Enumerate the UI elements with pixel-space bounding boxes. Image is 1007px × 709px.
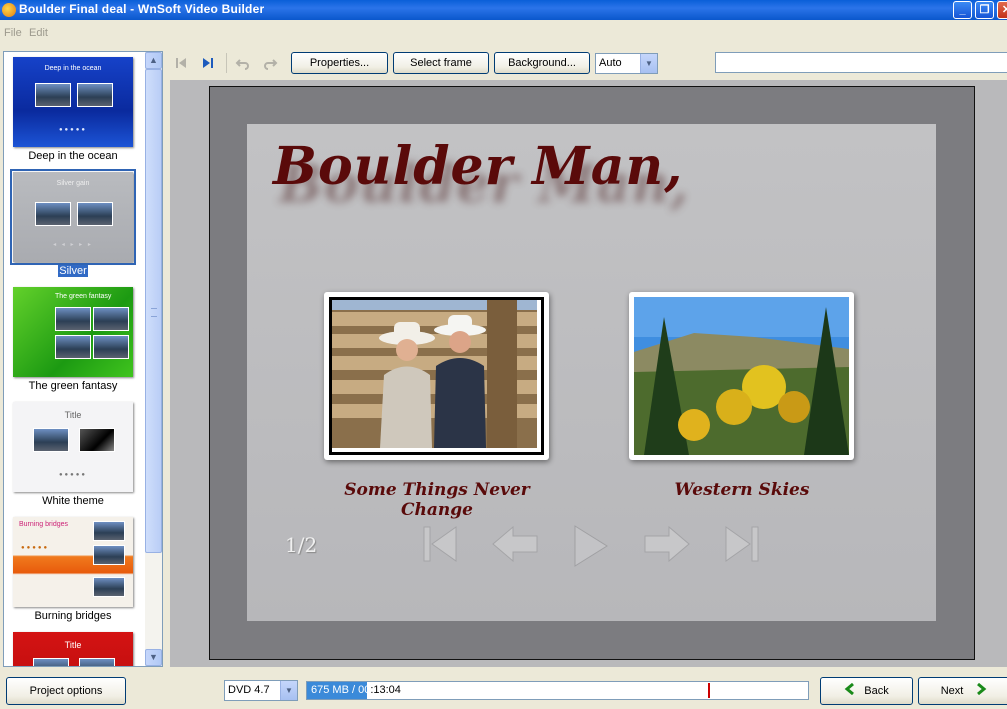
theme-thumbnail: Title ●●●●●	[13, 402, 133, 492]
next-button-label: Next	[940, 685, 964, 697]
status-bar: Project options DVD 4.7 ▼ 675 MB / 00:13…	[0, 669, 1007, 709]
theme-label: Silver	[58, 265, 88, 277]
thumbnail-photo	[77, 202, 113, 226]
theme-label: White theme	[42, 495, 104, 507]
disc-type-value: DVD 4.7	[228, 684, 270, 696]
app-icon	[2, 3, 16, 17]
scroll-down-icon[interactable]: ▼	[145, 649, 162, 666]
scroll-thumb[interactable]	[145, 69, 162, 553]
thumbnail-nav-dots: ●●●●●	[58, 127, 88, 133]
redo-icon[interactable]	[262, 55, 278, 71]
theme-item-green-fantasy[interactable]: The green fantasy The green fantasy	[11, 287, 135, 392]
thumbnail-photo	[55, 307, 91, 331]
thumbnail-photo	[93, 577, 125, 597]
menu-file[interactable]: File	[4, 27, 22, 39]
chevron-down-icon[interactable]: ▼	[280, 681, 297, 700]
thumbnail-title: Title	[64, 410, 82, 420]
thumbnail-title: Title	[64, 640, 82, 650]
thumbnail-title: The green fantasy	[55, 293, 112, 300]
thumbnail-photo	[55, 335, 91, 359]
photo-frame-2[interactable]	[629, 292, 854, 460]
first-page-icon[interactable]	[422, 524, 460, 567]
menu-text-field[interactable]	[715, 52, 1007, 73]
window-title: Boulder Final deal - WnSoft Video Builde…	[19, 2, 265, 16]
thumbnail-photo	[77, 83, 113, 107]
maximize-button[interactable]: ❐	[975, 1, 994, 19]
select-frame-button[interactable]: Select frame	[393, 52, 489, 74]
disc-capacity-marker	[707, 683, 710, 698]
theme-label: Burning bridges	[34, 610, 112, 622]
theme-item-deep-ocean[interactable]: Deep in the ocean ●●●●● Deep in the ocea…	[11, 57, 135, 162]
photo-caption-2[interactable]: Western Skies	[632, 480, 852, 500]
next-button[interactable]: Next	[918, 677, 1007, 705]
theme-thumbnail: Burning bridges ●●●●●	[13, 517, 133, 607]
back-button[interactable]: Back	[820, 677, 913, 705]
thumbnail-title: Deep in the ocean	[44, 65, 102, 72]
next-arrow-icon	[977, 682, 987, 696]
disc-usage-duration: :13:04	[370, 684, 401, 696]
menu-bar: File Edit	[0, 20, 1007, 44]
menu-title[interactable]: Boulder Man,	[273, 136, 683, 197]
undo-icon[interactable]	[235, 55, 251, 71]
page-indicator: 1/2	[285, 533, 318, 557]
toolbar-separator	[226, 53, 227, 73]
disc-usage-text: 675 MB / 00:13:04	[311, 684, 401, 696]
previous-page-icon[interactable]	[491, 524, 539, 567]
last-page-icon[interactable]	[722, 524, 760, 567]
next-page-icon[interactable]	[643, 524, 691, 567]
thumbnail-photo	[35, 83, 71, 107]
preview-area: Boulder Man, Some Things Never Change We…	[170, 80, 1007, 667]
theme-thumbnail: Silver gain ◂ ◂ ▸ ▸ ▸	[10, 169, 136, 265]
project-options-button[interactable]: Project options	[6, 677, 126, 705]
toolbar: Properties... Select frame Background...…	[166, 48, 1007, 78]
thumbnail-photo	[35, 202, 71, 226]
thumbnail-nav-dots: ●●●●●	[21, 545, 50, 551]
theme-list[interactable]: Deep in the ocean ●●●●● Deep in the ocea…	[3, 51, 163, 667]
photo-caption-1[interactable]: Some Things Never Change	[307, 480, 567, 520]
back-button-label: Back	[864, 685, 889, 697]
theme-label: Deep in the ocean	[28, 150, 118, 162]
minimize-button[interactable]: _	[953, 1, 972, 19]
mode-select-value: Auto	[599, 57, 622, 69]
thumbnail-photo	[79, 658, 115, 666]
theme-thumbnail: The green fantasy	[13, 287, 133, 377]
chevron-down-icon[interactable]: ▼	[640, 54, 657, 73]
theme-list-scrollbar[interactable]: ▲ ▼	[145, 52, 162, 666]
thumbnail-nav-dots: ◂ ◂ ▸ ▸ ▸	[53, 242, 93, 248]
close-button[interactable]: ✕	[997, 1, 1007, 19]
thumbnail-photo	[93, 335, 129, 359]
theme-item-burning-bridges[interactable]: Burning bridges ●●●●● Burning bridges	[11, 517, 135, 622]
photo-landscape-image	[634, 297, 849, 455]
photo-couple-image	[329, 297, 544, 455]
thumbnail-title: Silver gain	[56, 180, 90, 187]
menu-screen: Boulder Man, Some Things Never Change We…	[247, 124, 936, 621]
thumbnail-photo	[93, 521, 125, 541]
properties-button[interactable]: Properties...	[291, 52, 388, 74]
theme-thumbnail: Title	[13, 632, 133, 666]
photo-frame-1[interactable]	[324, 292, 549, 460]
thumbnail-photo	[93, 307, 129, 331]
scroll-up-icon[interactable]: ▲	[145, 52, 162, 69]
preview-stage: Boulder Man, Some Things Never Change We…	[209, 86, 975, 660]
previous-frame-icon[interactable]	[173, 55, 189, 71]
theme-thumbnail: Deep in the ocean ●●●●●	[13, 57, 133, 147]
theme-label: The green fantasy	[28, 380, 118, 392]
theme-item-white[interactable]: Title ●●●●● White theme	[11, 402, 135, 507]
thumbnail-photo	[33, 658, 69, 666]
theme-item-red[interactable]: Title	[11, 632, 135, 666]
background-button[interactable]: Background...	[494, 52, 590, 74]
theme-item-silver[interactable]: Silver gain ◂ ◂ ▸ ▸ ▸ Silver	[10, 169, 136, 277]
play-icon[interactable]	[572, 524, 610, 571]
title-bar: Boulder Final deal - WnSoft Video Builde…	[0, 0, 1007, 20]
disc-type-select[interactable]: DVD 4.7 ▼	[224, 680, 298, 701]
mode-select[interactable]: Auto ▼	[595, 53, 658, 74]
thumbnail-photo	[79, 428, 115, 452]
next-frame-icon[interactable]	[200, 55, 216, 71]
disc-usage-bar: 675 MB / 00:13:04	[306, 681, 809, 700]
disc-usage-size: 675 MB / 00	[311, 684, 371, 696]
back-arrow-icon	[844, 682, 855, 696]
thumbnail-photo	[33, 428, 69, 452]
thumbnail-nav-dots: ●●●●●	[58, 472, 88, 478]
menu-edit[interactable]: Edit	[29, 27, 48, 39]
